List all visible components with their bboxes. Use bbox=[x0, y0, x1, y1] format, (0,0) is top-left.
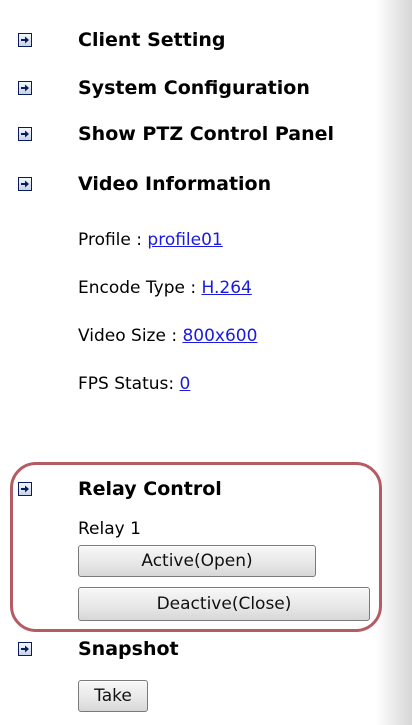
nav-ptz-control-panel-label[interactable]: Show PTZ Control Panel bbox=[78, 122, 334, 146]
nav-relay-control-label[interactable]: Relay Control bbox=[78, 477, 222, 501]
video-size-link[interactable]: 800x600 bbox=[182, 326, 257, 346]
nav-video-information-label[interactable]: Video Information bbox=[78, 172, 271, 196]
nav-snapshot[interactable]: Snapshot bbox=[18, 637, 179, 661]
encode-type-link[interactable]: H.264 bbox=[202, 278, 252, 298]
deactive-close-button[interactable]: Deactive(Close) bbox=[78, 587, 370, 621]
relay-1-label: Relay 1 bbox=[78, 519, 141, 539]
take-button[interactable]: Take bbox=[78, 680, 148, 712]
nav-relay-control[interactable]: Relay Control bbox=[18, 477, 222, 501]
video-size-row: Video Size : 800x600 bbox=[78, 325, 257, 347]
arrow-right-icon[interactable] bbox=[18, 33, 32, 47]
nav-snapshot-label[interactable]: Snapshot bbox=[78, 637, 179, 661]
nav-client-setting-label[interactable]: Client Setting bbox=[78, 28, 225, 52]
nav-system-configuration[interactable]: System Configuration bbox=[18, 76, 310, 100]
arrow-right-icon[interactable] bbox=[18, 177, 32, 191]
fps-status-label: FPS Status: bbox=[78, 374, 180, 394]
video-size-label: Video Size : bbox=[78, 326, 183, 346]
profile-label: Profile : bbox=[78, 230, 148, 250]
profile-row: Profile : profile01 bbox=[78, 229, 223, 251]
active-open-button[interactable]: Active(Open) bbox=[78, 545, 316, 577]
fps-status-row: FPS Status: 0 bbox=[78, 373, 190, 395]
arrow-right-icon[interactable] bbox=[18, 642, 32, 656]
nav-client-setting[interactable]: Client Setting bbox=[18, 28, 225, 52]
encode-type-row: Encode Type : H.264 bbox=[78, 277, 252, 299]
arrow-right-icon[interactable] bbox=[18, 81, 32, 95]
nav-system-configuration-label[interactable]: System Configuration bbox=[78, 76, 310, 100]
fps-status-link[interactable]: 0 bbox=[180, 374, 191, 394]
encode-type-label: Encode Type : bbox=[78, 278, 202, 298]
arrow-right-icon[interactable] bbox=[18, 127, 32, 141]
profile-link[interactable]: profile01 bbox=[147, 230, 222, 250]
nav-video-information[interactable]: Video Information bbox=[18, 172, 271, 196]
arrow-right-icon[interactable] bbox=[18, 482, 32, 496]
nav-ptz-control-panel[interactable]: Show PTZ Control Panel bbox=[18, 122, 334, 146]
